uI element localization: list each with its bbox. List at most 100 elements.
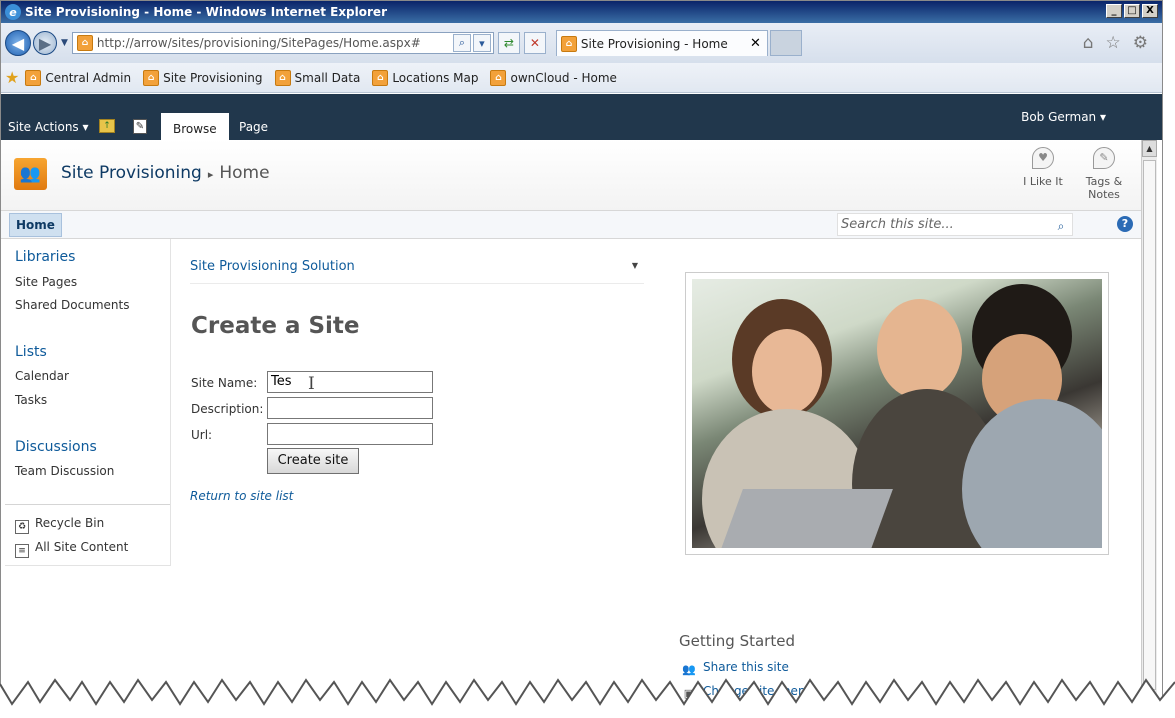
ie-logo-icon: e bbox=[5, 4, 21, 20]
navigate-up-icon[interactable]: ↑ bbox=[99, 119, 115, 133]
quick-launch-calendar[interactable]: Calendar bbox=[15, 369, 69, 383]
breadcrumb: Site Provisioning ▸ Home bbox=[61, 163, 270, 183]
text-cursor-icon: I bbox=[308, 374, 315, 394]
site-actions-menu[interactable]: Site Actions ▾ bbox=[8, 120, 89, 134]
return-to-site-list-link[interactable]: Return to site list bbox=[190, 489, 293, 503]
address-url[interactable]: http://arrow/sites/provisioning/SitePage… bbox=[97, 36, 453, 50]
window-title: Site Provisioning - Home - Windows Inter… bbox=[25, 5, 387, 19]
browser-tab[interactable]: ⌂ Site Provisioning - Home ✕ bbox=[555, 30, 768, 56]
like-tag-icon: ♥ bbox=[1032, 147, 1054, 169]
site-name-label: Site Name: bbox=[191, 376, 258, 390]
recycle-bin-icon: ♻ bbox=[15, 520, 29, 534]
getting-started-heading: Getting Started bbox=[679, 632, 795, 650]
home-icon[interactable]: ⌂ bbox=[1083, 33, 1094, 53]
favorites-bar: ★ ⌂ Central Admin ⌂ Site Provisioning ⌂ Sma… bbox=[1, 63, 1162, 93]
laptop-shape bbox=[721, 489, 893, 548]
favorite-label: ownCloud - Home bbox=[510, 70, 617, 85]
breadcrumb-site-link[interactable]: Site Provisioning bbox=[61, 163, 202, 183]
tags-notes-button[interactable]: ✎ Tags & Notes bbox=[1075, 147, 1133, 201]
browser-tools: ⌂ ☆ ⚙ bbox=[1083, 33, 1148, 53]
search-icon[interactable]: ⌕ bbox=[1052, 216, 1070, 233]
all-site-content-link[interactable]: ≡ All Site Content bbox=[15, 540, 128, 558]
site-name-input[interactable]: Tes bbox=[267, 371, 433, 393]
quick-launch-lists-heading[interactable]: Lists bbox=[15, 344, 47, 360]
tags-notes-label: Tags & Notes bbox=[1085, 175, 1123, 201]
favorite-label: Locations Map bbox=[392, 70, 479, 85]
favorite-icon: ⌂ bbox=[143, 69, 160, 86]
favorite-icon: ⌂ bbox=[490, 69, 507, 86]
edit-page-icon[interactable]: ✎ bbox=[133, 119, 147, 134]
search-address-icon[interactable]: ⌕ bbox=[452, 34, 471, 52]
scroll-thumb[interactable] bbox=[1143, 160, 1156, 690]
sharepoint-ribbon: Site Actions ▾ ↑ ✎ Browse Page Bob Germa… bbox=[1, 94, 1162, 140]
user-menu[interactable]: Bob German ▾ bbox=[1021, 110, 1106, 124]
url-label: Url: bbox=[191, 428, 213, 442]
favorite-owncloud[interactable]: ⌂ ownCloud - Home bbox=[486, 69, 617, 86]
person-face-shape bbox=[752, 329, 822, 414]
favorite-icon: ⌂ bbox=[25, 69, 42, 86]
favorite-icon: ⌂ bbox=[274, 69, 291, 86]
favorite-central-admin[interactable]: ⌂ Central Admin bbox=[21, 69, 132, 86]
close-window-button[interactable]: X bbox=[1142, 4, 1158, 18]
person-face-shape bbox=[877, 299, 962, 399]
favorite-label: Central Admin bbox=[45, 70, 132, 85]
favorite-site-provisioning[interactable]: ⌂ Site Provisioning bbox=[139, 69, 263, 86]
torn-edge-decoration bbox=[0, 678, 1175, 718]
new-tab-button[interactable] bbox=[769, 30, 802, 56]
webpart-title-text: Site Provisioning Solution bbox=[190, 259, 355, 274]
address-dropdown-icon[interactable]: ▾ bbox=[472, 34, 491, 52]
favorite-icon: ⌂ bbox=[372, 69, 389, 86]
create-site-button[interactable]: Create site bbox=[267, 448, 359, 474]
quick-launch-team-discussion[interactable]: Team Discussion bbox=[15, 464, 114, 478]
favorite-label: Small Data bbox=[294, 70, 361, 85]
favorite-label: Site Provisioning bbox=[163, 70, 263, 85]
description-input[interactable] bbox=[267, 397, 433, 419]
maximize-button[interactable]: □ bbox=[1124, 4, 1140, 18]
site-logo-icon[interactable]: 👥 bbox=[14, 158, 47, 190]
navigation-bar: ◀ ▶ ▼ ⌂ http://arrow/sites/provisioning/… bbox=[1, 23, 1162, 63]
recycle-bin-link[interactable]: ♻ Recycle Bin bbox=[15, 516, 104, 534]
tab-browse[interactable]: Browse bbox=[161, 113, 229, 140]
webpart-title[interactable]: Site Provisioning Solution ▼ bbox=[190, 259, 644, 284]
recent-pages-dropdown-icon[interactable]: ▼ bbox=[61, 38, 68, 48]
back-button[interactable]: ◀ bbox=[5, 30, 31, 56]
address-bar[interactable]: ⌂ http://arrow/sites/provisioning/SitePa… bbox=[71, 32, 494, 54]
help-icon[interactable]: ? bbox=[1117, 216, 1133, 232]
webpart-menu-icon[interactable]: ▼ bbox=[632, 261, 638, 270]
forward-button[interactable]: ▶ bbox=[33, 31, 57, 55]
tab-title: Site Provisioning - Home bbox=[580, 36, 728, 51]
quick-launch-divider bbox=[5, 504, 170, 505]
minimize-button[interactable]: _ bbox=[1106, 4, 1122, 18]
vertical-scrollbar[interactable]: ▲ bbox=[1141, 140, 1157, 717]
window-controls: _ □ X bbox=[1106, 4, 1158, 18]
page-heading: Create a Site bbox=[191, 313, 360, 339]
breadcrumb-separator: ▸ bbox=[207, 168, 214, 181]
quick-launch-shared-documents[interactable]: Shared Documents bbox=[15, 298, 129, 312]
search-input[interactable]: Search this site... ⌕ bbox=[837, 213, 1073, 236]
description-label: Description: bbox=[191, 402, 264, 416]
top-nav-home[interactable]: Home bbox=[9, 213, 62, 237]
window-title-bar: e Site Provisioning - Home - Windows Int… bbox=[1, 1, 1162, 23]
all-site-content-icon: ≡ bbox=[15, 544, 29, 558]
stop-button[interactable]: ✕ bbox=[523, 32, 546, 54]
quick-launch-site-pages[interactable]: Site Pages bbox=[15, 275, 77, 289]
favorites-add-icon[interactable]: ★ bbox=[5, 68, 19, 87]
breadcrumb-current-page: Home bbox=[219, 163, 270, 183]
favorite-locations-map[interactable]: ⌂ Locations Map bbox=[368, 69, 479, 86]
tab-close-icon[interactable]: ✕ bbox=[750, 36, 761, 51]
refresh-button[interactable]: ⇄ bbox=[497, 32, 520, 54]
quick-launch-discussions-heading[interactable]: Discussions bbox=[15, 439, 97, 455]
browser-window: e Site Provisioning - Home - Windows Int… bbox=[0, 0, 1163, 718]
gear-icon[interactable]: ⚙ bbox=[1133, 33, 1148, 53]
team-photo-image bbox=[685, 272, 1109, 555]
i-like-it-button[interactable]: ♥ I Like It bbox=[1014, 147, 1072, 188]
url-input[interactable] bbox=[267, 423, 433, 445]
favorite-small-data[interactable]: ⌂ Small Data bbox=[271, 69, 361, 86]
quick-launch-tasks[interactable]: Tasks bbox=[15, 393, 47, 407]
tags-notes-icon: ✎ bbox=[1093, 147, 1115, 169]
quick-launch-libraries-heading[interactable]: Libraries bbox=[15, 249, 75, 265]
scroll-up-icon[interactable]: ▲ bbox=[1142, 140, 1157, 157]
tab-page[interactable]: Page bbox=[227, 113, 280, 140]
search-placeholder: Search this site... bbox=[841, 217, 954, 232]
favorites-star-icon[interactable]: ☆ bbox=[1106, 33, 1121, 53]
